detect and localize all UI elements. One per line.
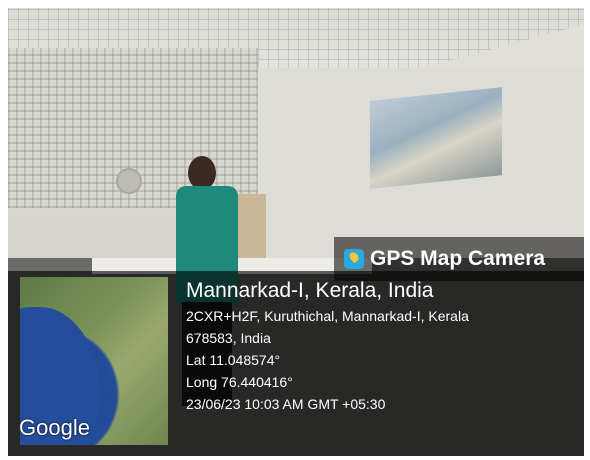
longitude: Long 76.440416° xyxy=(186,374,293,390)
address-line-1: 2CXR+H2F, Kuruthichal, Mannarkad-I, Kera… xyxy=(186,308,469,324)
map-pin-icon xyxy=(344,249,364,269)
wall-fan xyxy=(116,168,142,194)
location-panel: Google Mannarkad-I, Kerala, India 2CXR+H… xyxy=(8,271,584,456)
datetime: 23/06/23 10:03 AM GMT +05:30 xyxy=(186,396,386,412)
google-logo: Google xyxy=(20,415,90,440)
speaker-head xyxy=(188,156,216,190)
projected-slide xyxy=(370,87,502,189)
address-line-2: 678583, India xyxy=(186,330,271,346)
location-title: Mannarkad-I, Kerala, India xyxy=(186,279,434,302)
gps-overlay: GPS Map Camera Google Mannarkad-I, Keral… xyxy=(8,233,584,456)
location-info: Mannarkad-I, Kerala, India 2CXR+H2F, Kur… xyxy=(186,277,469,415)
latitude: Lat 11.048574° xyxy=(186,352,281,368)
badge-label: GPS Map Camera xyxy=(370,247,546,270)
map-thumbnail: Google xyxy=(20,277,168,445)
